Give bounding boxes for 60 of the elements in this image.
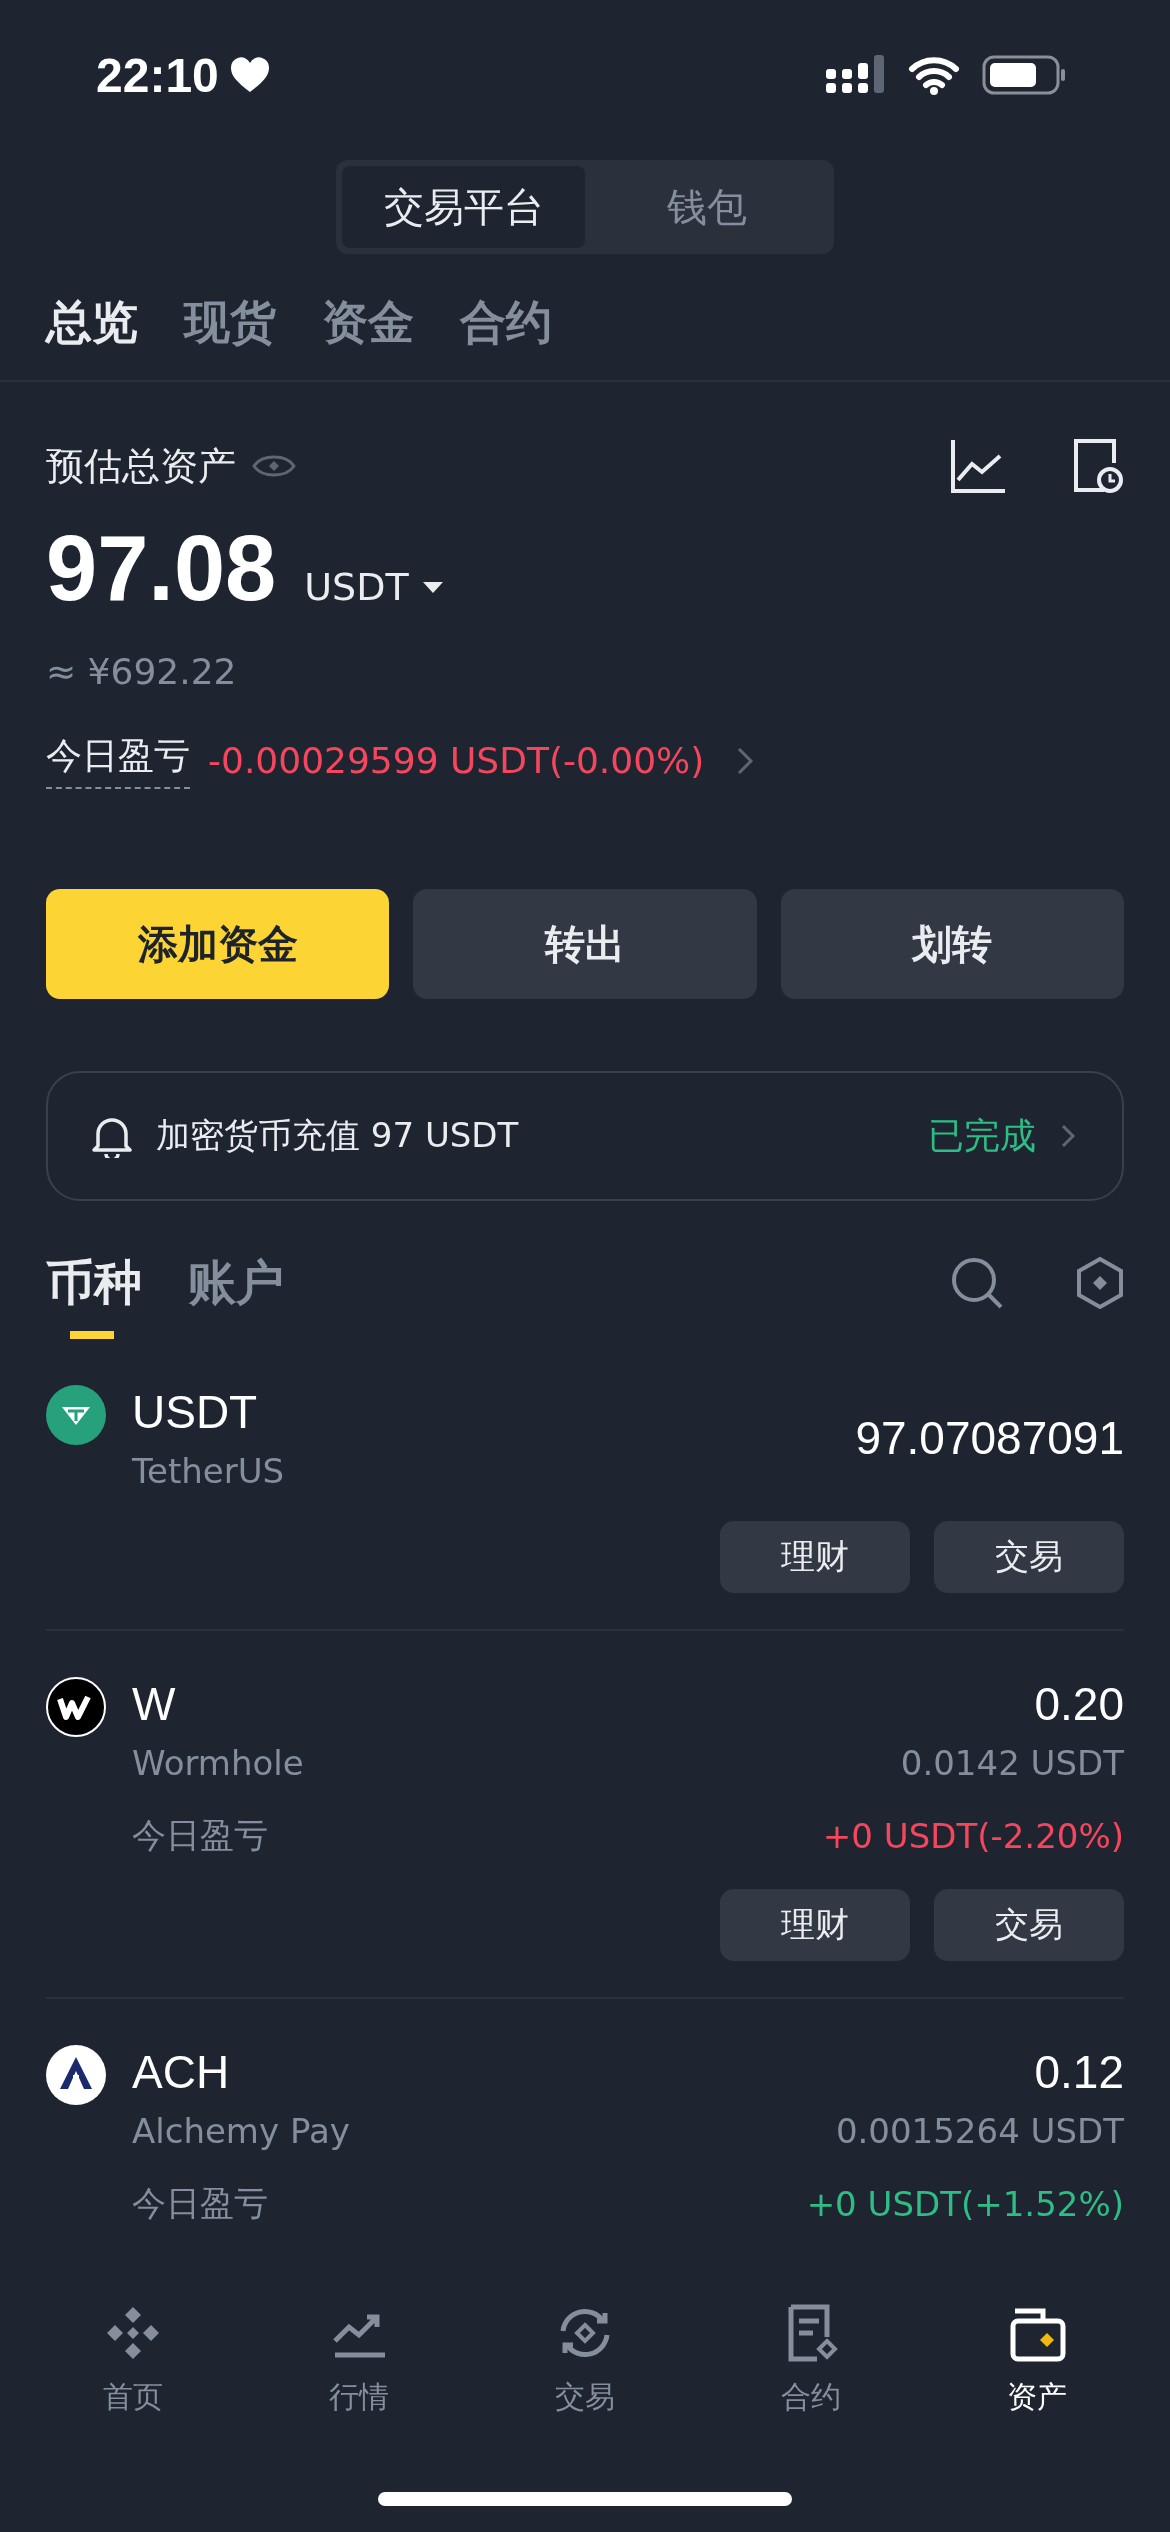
coin-logo-icon	[46, 1385, 106, 1445]
coin-value: 0.0142 USDT	[900, 1743, 1124, 1783]
coin-name: Alchemy Pay	[132, 2111, 350, 2151]
action-button[interactable]: 转出	[413, 889, 757, 999]
segment-tab[interactable]: 钱包	[585, 166, 828, 248]
chevron-icon[interactable]	[736, 745, 755, 776]
coin-action-button[interactable]: 交易	[934, 1521, 1124, 1593]
currency-selector[interactable]: USDT	[304, 565, 409, 609]
coin-amount: 97.07087091	[855, 1411, 1124, 1465]
tab-underline	[70, 1331, 114, 1339]
coin-symbol: W	[132, 1677, 176, 1731]
coin-name: TetherUS	[132, 1451, 285, 1491]
list-tab[interactable]: 币种	[46, 1251, 142, 1339]
coin-symbol: USDT	[132, 1385, 258, 1439]
list-tab[interactable]: 账户	[188, 1251, 284, 1339]
coin-amount: 0.12	[1034, 2045, 1124, 2099]
action-button[interactable]: 划转	[780, 889, 1124, 999]
hexagon-icon[interactable]	[1076, 1256, 1124, 1310]
coin-action-button[interactable]: 理财	[720, 1889, 910, 1961]
deposit-notice[interactable]: 加密货币充值 97 USDT 已完成	[46, 1071, 1124, 1201]
history-icon[interactable]	[1072, 438, 1124, 494]
pnl-value: +0 USDT(-2.20%)	[822, 1816, 1124, 1856]
search-icon[interactable]	[950, 1256, 1004, 1310]
coin-amount: 0.20	[1034, 1677, 1124, 1731]
status-time: 22:10	[96, 47, 219, 103]
nav-tab[interactable]: 资产	[924, 2300, 1150, 2430]
nav-tab[interactable]: 交易	[472, 2300, 698, 2430]
fiat-value: ≈ ¥692.22	[46, 651, 238, 692]
heart-icon	[228, 56, 271, 94]
coin-action-button[interactable]: 交易	[934, 1889, 1124, 1961]
tab[interactable]: 现货	[184, 292, 276, 354]
notice-status: 已完成	[928, 1113, 1036, 1158]
coin-logo-icon	[46, 2045, 106, 2105]
coin-logo-icon	[46, 1677, 106, 1737]
battery-icon	[982, 55, 1066, 95]
coin-action-button[interactable]: 理财	[720, 1521, 910, 1593]
coin-value: 0.0015264 USDT	[835, 2111, 1124, 2151]
nav-tab[interactable]: 首页	[20, 2300, 246, 2430]
nav-tab[interactable]: 行情	[246, 2300, 472, 2430]
wifi-icon	[908, 55, 960, 95]
tab[interactable]: 资金	[322, 292, 414, 354]
line-chart-icon[interactable]	[950, 438, 1006, 494]
tab[interactable]: 总览	[46, 292, 138, 354]
chevron-icon	[1060, 1123, 1076, 1149]
pnl-label: 今日盈亏	[46, 732, 190, 789]
total-balance: 97.08	[46, 516, 277, 621]
tab[interactable]: 合约	[460, 292, 552, 354]
notice-text: 加密货币充值 97 USDT	[156, 1114, 520, 1157]
pnl-label: 今日盈亏	[132, 2182, 268, 2225]
caret-icon[interactable]	[422, 580, 443, 594]
signal-icon	[826, 55, 886, 95]
pnl-label: 今日盈亏	[132, 1814, 268, 1857]
action-button[interactable]: 添加资金	[46, 889, 390, 999]
coin-symbol: ACH	[132, 2045, 230, 2099]
total-assets-label: 预估总资产	[46, 442, 236, 490]
pnl-value: +0 USDT(+1.52%)	[806, 2184, 1124, 2224]
segment-tab[interactable]: 交易平台	[342, 166, 585, 248]
pnl-value: -0.00029599 USDT(-0.00%)	[208, 740, 705, 781]
coin-name: Wormhole	[132, 1743, 304, 1783]
nav-tab[interactable]: 合约	[698, 2300, 924, 2430]
